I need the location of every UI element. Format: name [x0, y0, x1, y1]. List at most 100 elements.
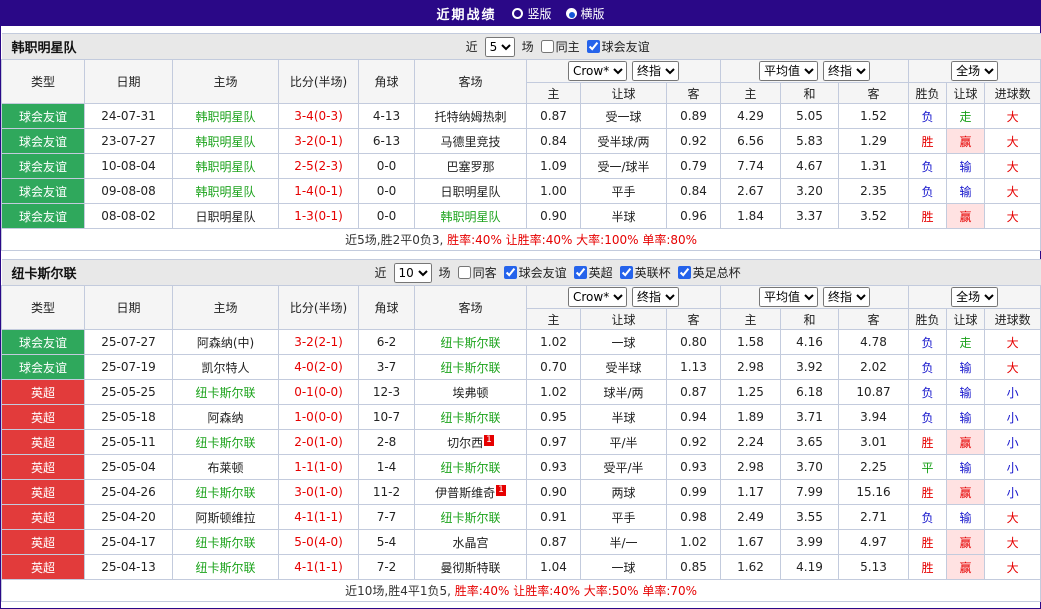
- league-filter-checkbox-input[interactable]: [620, 266, 633, 279]
- layout-radio-horizontal[interactable]: 横版: [566, 5, 605, 22]
- home-team[interactable]: 阿森纳(中): [173, 330, 279, 355]
- team-name[interactable]: 纽卡斯尔联: [4, 263, 77, 282]
- avg-home: 2.98: [721, 355, 781, 380]
- team-name[interactable]: 韩职明星队: [4, 37, 77, 56]
- away-team[interactable]: 纽卡斯尔联: [415, 355, 527, 380]
- avg-home: 1.17: [721, 480, 781, 505]
- match-type: 球会友谊: [2, 204, 85, 229]
- league-filter-checkbox-input[interactable]: [574, 266, 587, 279]
- layout-radio-vertical[interactable]: 竖版: [512, 5, 551, 22]
- match-score[interactable]: 3-2(0-1): [279, 129, 359, 154]
- odds-select-group: Crow*终指: [568, 287, 679, 307]
- league-filter-checkbox-input[interactable]: [504, 266, 517, 279]
- match-score[interactable]: 4-0(2-0): [279, 355, 359, 380]
- league-filter-checkbox[interactable]: 英足总杯: [678, 264, 741, 281]
- away-team[interactable]: 日职明星队: [415, 179, 527, 204]
- home-team[interactable]: 纽卡斯尔联: [173, 430, 279, 455]
- avg-stage-select[interactable]: 终指: [823, 61, 870, 81]
- scope-select[interactable]: 全场: [951, 61, 998, 81]
- home-team[interactable]: 韩职明星队: [173, 154, 279, 179]
- result-wdl: 胜: [909, 530, 947, 555]
- col-header: 角球: [359, 60, 415, 104]
- avg-type-select[interactable]: 平均值: [759, 287, 818, 307]
- match-score[interactable]: 4-1(1-1): [279, 555, 359, 580]
- same-venue-checkbox-input[interactable]: [458, 266, 471, 279]
- section-header-flex: 纽卡斯尔联近10场同客球会友谊英超英联杯英足总杯: [4, 263, 1039, 283]
- home-team[interactable]: 纽卡斯尔联: [173, 480, 279, 505]
- match-score[interactable]: 3-4(0-3): [279, 104, 359, 129]
- match-score[interactable]: 1-0(0-0): [279, 405, 359, 430]
- match-score[interactable]: 0-1(0-0): [279, 380, 359, 405]
- same-venue-checkbox-input[interactable]: [541, 40, 554, 53]
- away-team[interactable]: 纽卡斯尔联: [415, 405, 527, 430]
- match-score[interactable]: 1-1(1-0): [279, 455, 359, 480]
- match-score[interactable]: 3-2(2-1): [279, 330, 359, 355]
- match-score[interactable]: 5-0(4-0): [279, 530, 359, 555]
- home-team[interactable]: 纽卡斯尔联: [173, 530, 279, 555]
- home-team[interactable]: 纽卡斯尔联: [173, 380, 279, 405]
- home-team[interactable]: 凯尔特人: [173, 355, 279, 380]
- away-team[interactable]: 水晶宫: [415, 530, 527, 555]
- result-goals: 大: [985, 505, 1041, 530]
- odds-company-select[interactable]: Crow*: [568, 287, 627, 307]
- home-team[interactable]: 韩职明星队: [173, 179, 279, 204]
- avg-type-select[interactable]: 平均值: [759, 61, 818, 81]
- away-team[interactable]: 托特纳姆热刺: [415, 104, 527, 129]
- away-team[interactable]: 纽卡斯尔联: [415, 330, 527, 355]
- column-header-row: 类型日期主场比分(半场)角球客场Crow*终指平均值终指全场: [2, 286, 1041, 309]
- match-type: 英超: [2, 555, 85, 580]
- away-team[interactable]: 马德里竞技: [415, 129, 527, 154]
- league-filter-checkbox-input[interactable]: [587, 40, 600, 53]
- league-filter-checkbox[interactable]: 球会友谊: [504, 264, 567, 281]
- avg-source-header: 平均值终指: [721, 286, 909, 309]
- match-score[interactable]: 1-4(0-1): [279, 179, 359, 204]
- home-team[interactable]: 韩职明星队: [173, 104, 279, 129]
- odds-source-header: Crow*终指: [527, 286, 721, 309]
- result-goals: 小: [985, 480, 1041, 505]
- match-count-select[interactable]: 10: [394, 263, 432, 283]
- result-goals: 大: [985, 555, 1041, 580]
- league-filter-checkbox-label: 球会友谊: [602, 38, 650, 55]
- odds-handicap: 受半球: [581, 355, 667, 380]
- odds-stage-select[interactable]: 终指: [632, 61, 679, 81]
- away-team[interactable]: 曼彻斯特联: [415, 555, 527, 580]
- away-team[interactable]: 纽卡斯尔联: [415, 505, 527, 530]
- avg-away: 3.52: [839, 204, 909, 229]
- match-score[interactable]: 3-0(1-0): [279, 480, 359, 505]
- match-score[interactable]: 1-3(0-1): [279, 204, 359, 229]
- home-team[interactable]: 阿斯顿维拉: [173, 505, 279, 530]
- home-team[interactable]: 阿森纳: [173, 405, 279, 430]
- league-filter-checkbox-input[interactable]: [678, 266, 691, 279]
- away-team[interactable]: 切尔西1: [415, 430, 527, 455]
- match-date: 24-07-31: [85, 104, 173, 129]
- league-filter-checkbox[interactable]: 英联杯: [620, 264, 671, 281]
- odds-stage-select[interactable]: 终指: [632, 287, 679, 307]
- corner-score: 1-4: [359, 455, 415, 480]
- same-venue-checkbox[interactable]: 同客: [458, 264, 497, 281]
- league-filter-checkbox[interactable]: 英超: [574, 264, 613, 281]
- match-score[interactable]: 2-5(2-3): [279, 154, 359, 179]
- odds-home: 0.87: [527, 104, 581, 129]
- corner-score: 7-2: [359, 555, 415, 580]
- avg-stage-select[interactable]: 终指: [823, 287, 870, 307]
- away-team[interactable]: 伊普斯维奇1: [415, 480, 527, 505]
- scope-select[interactable]: 全场: [951, 287, 998, 307]
- home-team[interactable]: 纽卡斯尔联: [173, 555, 279, 580]
- away-team[interactable]: 埃弗顿: [415, 380, 527, 405]
- away-team[interactable]: 韩职明星队: [415, 204, 527, 229]
- result-wdl: 胜: [909, 129, 947, 154]
- home-team[interactable]: 韩职明星队: [173, 129, 279, 154]
- avg-draw: 3.70: [781, 455, 839, 480]
- home-team[interactable]: 日职明星队: [173, 204, 279, 229]
- odds-company-select[interactable]: Crow*: [568, 61, 627, 81]
- away-team[interactable]: 巴塞罗那: [415, 154, 527, 179]
- league-filter-checkbox[interactable]: 球会友谊: [587, 38, 650, 55]
- match-score[interactable]: 4-1(1-1): [279, 505, 359, 530]
- home-team[interactable]: 布莱顿: [173, 455, 279, 480]
- match-type: 英超: [2, 480, 85, 505]
- match-count-select[interactable]: 5: [485, 37, 515, 57]
- away-team[interactable]: 纽卡斯尔联: [415, 455, 527, 480]
- match-score[interactable]: 2-0(1-0): [279, 430, 359, 455]
- col-header: 角球: [359, 286, 415, 330]
- same-venue-checkbox[interactable]: 同主: [541, 38, 580, 55]
